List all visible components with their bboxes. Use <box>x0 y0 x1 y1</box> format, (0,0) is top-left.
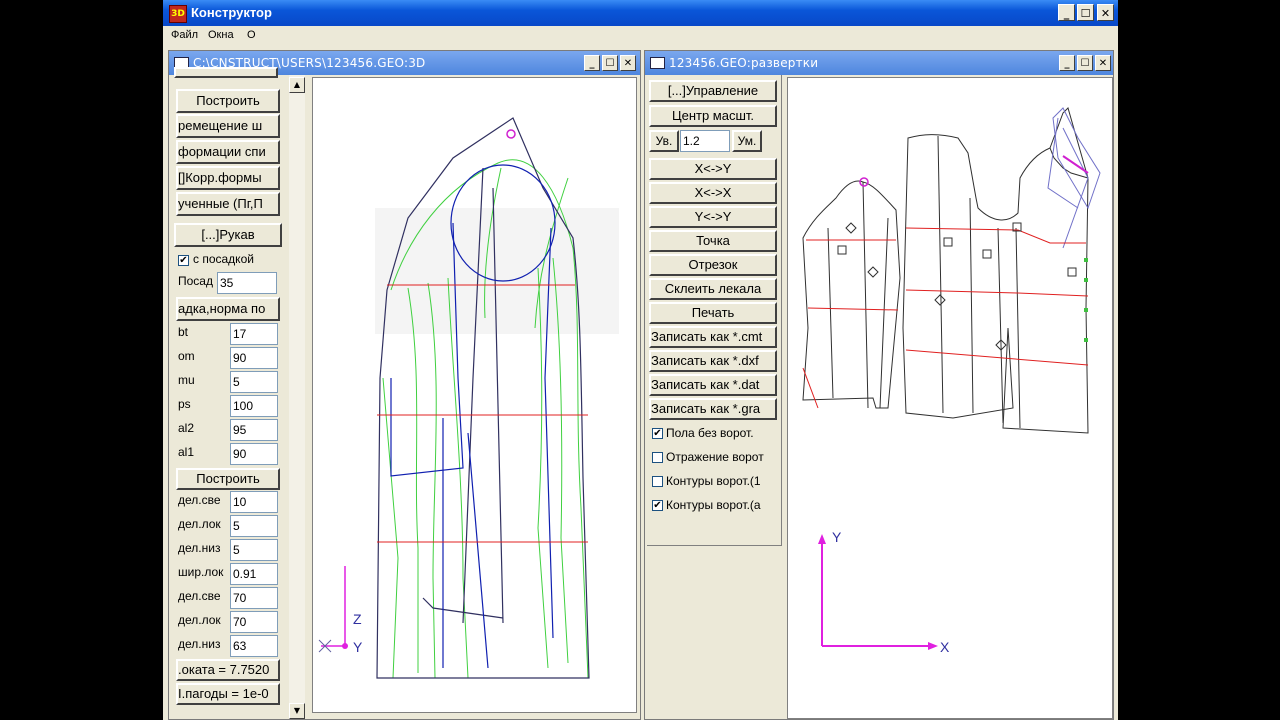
param2-label-7: дел.низ <box>178 637 221 651</box>
menu-about[interactable]: О <box>247 29 256 41</box>
menu-file[interactable]: Файл <box>171 29 198 41</box>
posadka-checkbox-label: с посадкой <box>193 252 254 266</box>
left-3d-window: C:\CNSTRUCT\USERS\123456.GEO:3D _ ☐ ✕ По… <box>168 50 641 720</box>
3d-axis-z-label: Z <box>353 611 362 627</box>
param2-label-3: дел.низ <box>178 541 221 555</box>
pagody-info: I.пагоды = 1e-0 <box>176 683 280 705</box>
param-input-mu[interactable]: 5 <box>230 371 278 393</box>
param2-label-5: дел.све <box>178 589 221 603</box>
deformation-button[interactable]: формации спи <box>176 140 280 164</box>
param2-input-5[interactable]: 70 <box>230 587 278 609</box>
param-label-om: om <box>178 349 195 363</box>
right-minimize-button[interactable]: _ <box>1059 55 1075 71</box>
param2-input-1[interactable]: 10 <box>230 491 278 513</box>
app-titlebar[interactable]: 3D Конструктор _ ☐ ✕ <box>163 0 1118 26</box>
left-close-button[interactable]: ✕ <box>620 55 636 71</box>
param-input-al1[interactable]: 90 <box>230 443 278 465</box>
param2-label-2: дел.лок <box>178 517 221 531</box>
param-input-al2[interactable]: 95 <box>230 419 278 441</box>
app-title: Конструктор <box>191 5 272 20</box>
param2-label-6: дел.лок <box>178 613 221 627</box>
close-button[interactable]: ✕ <box>1097 4 1114 21</box>
posadka-checkbox[interactable]: ✔ <box>178 255 189 266</box>
right-flat-window: 123456.GEO:развертки _ ☐ ✕ [...]Управлен… <box>644 50 1114 720</box>
app-icon: 3D <box>169 5 187 23</box>
param-input-om[interactable]: 90 <box>230 347 278 369</box>
posadka-norm-button[interactable]: адка,норма по <box>176 297 280 321</box>
param-label-ps: ps <box>178 397 191 411</box>
window-icon <box>650 57 665 69</box>
param-label-mu: mu <box>178 373 195 387</box>
param2-input-4[interactable]: 0.91 <box>230 563 278 585</box>
obtained-button[interactable]: ученные (Пг,П <box>176 192 280 216</box>
scroll-up-arrow-icon[interactable]: ▲ <box>289 77 305 93</box>
left-maximize-button[interactable]: ☐ <box>602 55 618 71</box>
pattern-canvas[interactable]: Y X <box>787 77 1113 719</box>
param-input-bt[interactable]: 17 <box>230 323 278 345</box>
pattern-axis-y-label: Y <box>832 529 842 545</box>
app-window: 3D Конструктор _ ☐ ✕ Файл Окна О C:\CNST… <box>163 0 1118 720</box>
menu-windows[interactable]: Окна <box>208 29 234 41</box>
right-window-titlebar[interactable]: 123456.GEO:развертки _ ☐ ✕ <box>645 51 1113 75</box>
param2-label-4: шир.лок <box>178 565 224 579</box>
pattern-drawing: Y X <box>802 107 1101 655</box>
param2-input-7[interactable]: 63 <box>230 635 278 657</box>
scroll-down-arrow-icon[interactable]: ▼ <box>289 703 305 719</box>
control-panel-frame <box>647 75 782 546</box>
param-label-al2: al2 <box>178 421 195 435</box>
3d-canvas[interactable]: Z Y <box>312 77 637 713</box>
posadka-input[interactable]: 35 <box>217 272 277 294</box>
param-label-al1: al1 <box>178 445 195 459</box>
correct-form-button[interactable]: []Корр.формы <box>176 166 280 190</box>
3d-axis-y-label: Y <box>353 639 363 655</box>
partial-button-top[interactable] <box>174 67 278 78</box>
panel-scrollbar[interactable]: ▲ ▼ <box>289 75 305 719</box>
right-window-title: 123456.GEO:развертки <box>669 56 819 70</box>
okata-info: .оката = 7.7520 <box>176 659 280 681</box>
param2-input-3[interactable]: 5 <box>230 539 278 561</box>
param-input-ps[interactable]: 100 <box>230 395 278 417</box>
param-label-bt: bt <box>178 325 189 339</box>
3d-drawing: Z Y <box>318 117 619 679</box>
menubar: Файл Окна О <box>163 26 1118 46</box>
left-minimize-button[interactable]: _ <box>584 55 600 71</box>
build-button-top[interactable]: Построить <box>176 89 280 113</box>
param2-label-1: дел.све <box>178 493 221 507</box>
pattern-axis-x-label: X <box>940 639 950 655</box>
param2-input-2[interactable]: 5 <box>230 515 278 537</box>
sleeve-section-button[interactable]: [...]Рукав <box>174 223 282 247</box>
shift-width-button[interactable]: ремещение ш <box>176 114 280 138</box>
right-maximize-button[interactable]: ☐ <box>1077 55 1093 71</box>
maximize-button[interactable]: ☐ <box>1077 4 1094 21</box>
right-close-button[interactable]: ✕ <box>1095 55 1111 71</box>
param2-input-6[interactable]: 70 <box>230 611 278 633</box>
build-button[interactable]: Построить <box>176 468 280 490</box>
posadka-label: Посад <box>178 274 213 288</box>
minimize-button[interactable]: _ <box>1058 4 1075 21</box>
